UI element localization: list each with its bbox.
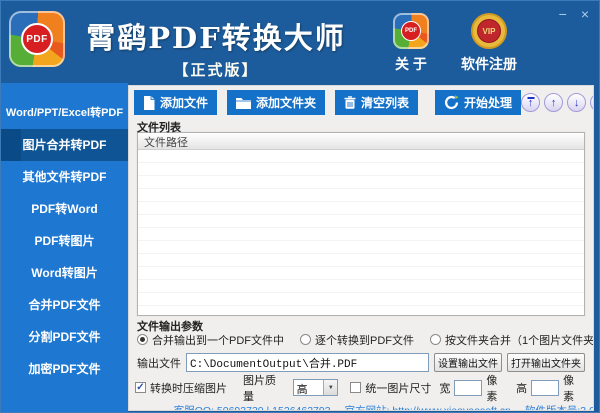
compress-images-checkbox[interactable]: ✓ 转换时压缩图片 [135,380,227,396]
open-output-folder-button[interactable]: 打开输出文件夹 [507,353,585,372]
sidebar-item-label: Word/PPT/Excel转PDF [5,107,124,119]
radio-dot-icon [430,334,441,345]
sidebar-item[interactable]: 图片合并转PDF [1,129,128,161]
radio-merge-to-one-pdf[interactable]: 合并输出到一个PDF文件中 [137,332,284,348]
add-file-button[interactable]: 添加文件 [134,90,218,115]
file-list-label: 文件列表 [137,122,181,134]
height-label: 高 [516,382,528,395]
top-bar-icon [527,97,535,99]
pixel-unit-label: 像素 [486,374,498,403]
trash-icon [344,96,356,109]
add-folder-label: 添加文件夹 [256,96,317,110]
sidebar-item[interactable]: 加密PDF文件 [1,353,128,385]
radio-merge-label: 合并输出到一个PDF文件中 [152,334,284,347]
sidebar-item-label: 加密PDF文件 [28,362,101,376]
sidebar-item[interactable]: Word转图片 [1,257,128,289]
radio-merge-by-folder[interactable]: 按文件夹合并（1个图片文件夹合并成1个PDF文件） [430,332,594,348]
height-input[interactable] [531,379,560,396]
app-logo-icon: PDF [9,11,65,67]
file-list-body[interactable] [138,150,584,315]
app-window: PDF 霄鹞PDF转换大师 【正式版】 PDF 关 于 VIP 软件注册 − × [0,0,600,413]
output-path-input[interactable] [186,353,429,372]
checkbox-box-icon [350,382,362,393]
close-button[interactable]: × [581,5,589,23]
start-processing-button[interactable]: 开始处理 [435,90,522,115]
arrow-down-icon: ↓ [573,96,580,109]
radio-dot-icon [137,334,148,345]
file-path-column-header: 文件路径 [138,133,584,150]
main-panel: 添加文件 添加文件夹 清空列表 开始处理 ↑ ↑ ↓ 文件列表 文件路径 文件输… [128,85,594,411]
uniform-size-label: 统一图片尺寸 [365,382,432,395]
sidebar-item[interactable]: Word/PPT/Excel转PDF [1,97,128,129]
folder-icon [236,97,252,109]
sidebar-item-label: PDF转图片 [34,234,95,248]
add-folder-button[interactable]: 添加文件夹 [227,90,326,115]
title-block: 霄鹞PDF转换大师 【正式版】 [81,15,351,80]
status-bar: 客服QQ: 50693730 | 1526462793 官方网站: http:/… [129,403,593,411]
process-refresh-icon [445,95,459,110]
output-params-label: 文件输出参数 [137,321,203,333]
sidebar-item[interactable]: 分割PDF文件 [1,321,128,353]
output-mode-radios: 合并输出到一个PDF文件中 逐个转换到PDF文件 按文件夹合并（1个图片文件夹合… [137,332,594,348]
app-title: 霄鹞PDF转换大师 [86,21,346,55]
clear-list-label: 清空列表 [361,96,410,110]
file-list-table[interactable]: 文件路径 [137,132,585,316]
sidebar-item[interactable]: 其他文件转PDF [1,161,128,193]
output-file-row: 输出文件 设置输出文件 打开输出文件夹 [137,353,585,372]
sidebar-item-label: 图片合并转PDF [22,138,107,152]
arrow-up-icon: ↑ [550,96,557,109]
width-input[interactable] [454,379,483,396]
checkbox-check-icon: ✓ [135,382,146,393]
sidebar-item-label: Word转图片 [31,266,98,280]
sidebar-item-label: 其他文件转PDF [22,170,107,184]
image-quality-select[interactable]: 高 ▼ [292,379,339,396]
window-controls: − × [559,5,589,23]
start-processing-label: 开始处理 [464,96,513,110]
pixel-unit-label: 像素 [563,374,575,403]
about-label: 关 于 [395,56,427,72]
sidebar-item[interactable]: 合并PDF文件 [1,289,128,321]
chevron-down-icon[interactable]: ▼ [323,380,338,395]
move-down-button[interactable]: ↓ [567,93,587,112]
sidebar-item[interactable]: PDF转图片 [1,225,128,257]
version-text: 软件版本号:3.0.0.20 [524,405,593,411]
document-icon [144,95,155,110]
image-quality-label: 图片质量 [243,374,276,403]
image-options-row: ✓ 转换时压缩图片 图片质量 高 ▼ 统一图片尺寸 宽 像素 高 像素 [135,375,585,403]
compress-images-label: 转换时压缩图片 [150,382,227,395]
title-bar: PDF 霄鹞PDF转换大师 【正式版】 PDF 关 于 VIP 软件注册 − × [1,1,599,83]
clear-list-button[interactable]: 清空列表 [335,90,419,115]
radio-convert-each[interactable]: 逐个转换到PDF文件 [300,332,414,348]
sidebar-item-label: 合并PDF文件 [28,298,101,312]
sidebar-item-label: 分割PDF文件 [28,330,101,344]
reorder-buttons: ↑ ↑ ↓ ↓ [521,93,593,112]
sidebar-item-label: PDF转Word [31,202,98,216]
app-edition-badge: 【正式版】 [173,62,259,79]
output-file-label: 输出文件 [137,357,181,370]
move-to-top-button[interactable]: ↑ [521,93,541,112]
width-label: 宽 [439,382,451,395]
radio-each-label: 逐个转换到PDF文件 [315,334,414,347]
radio-folder-label: 按文件夹合并（1个图片文件夹合并成1个PDF文件） [445,334,594,347]
move-to-bottom-button[interactable]: ↓ [590,93,593,112]
move-up-button[interactable]: ↑ [544,93,564,112]
pdf-logo-text: PDF [21,23,53,55]
official-site-text: 官方网站: http://www.xiaoyaosoft.cn [344,405,511,411]
sidebar-item[interactable]: PDF转Word [1,193,128,225]
uniform-size-checkbox[interactable]: 统一图片尺寸 [350,380,431,396]
support-qq-text: 客服QQ: 50693730 | 1526462793 [173,405,331,411]
toolbar: 添加文件 添加文件夹 清空列表 开始处理 ↑ ↑ ↓ [134,90,593,115]
about-button[interactable]: PDF 关 于 [373,13,449,74]
sidebar: Word/PPT/Excel转PDF 图片合并转PDF 其他文件转PDF PDF… [1,83,128,412]
minimize-button[interactable]: − [559,5,567,23]
vip-icon: VIP [471,13,507,49]
set-output-file-button[interactable]: 设置输出文件 [434,353,502,372]
window-body: Word/PPT/Excel转PDF 图片合并转PDF 其他文件转PDF PDF… [1,83,599,412]
image-quality-value: 高 [296,384,308,396]
add-file-label: 添加文件 [160,96,209,110]
register-button[interactable]: VIP 软件注册 [451,13,527,74]
radio-dot-icon [300,334,311,345]
register-label: 软件注册 [461,56,517,72]
about-pdf-icon: PDF [393,13,429,49]
